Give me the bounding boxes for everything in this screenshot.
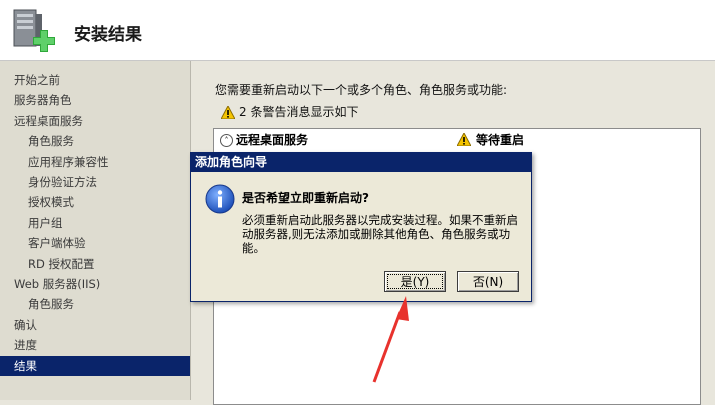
warning-icon: [457, 133, 471, 146]
sidebar-item[interactable]: 用户组: [0, 213, 190, 233]
sidebar-item[interactable]: RD 授权配置: [0, 254, 190, 274]
sidebar-item[interactable]: 授权模式: [0, 192, 190, 212]
sidebar-item[interactable]: 客户端体验: [0, 233, 190, 253]
sidebar-item[interactable]: 确认: [0, 315, 190, 335]
no-button[interactable]: 否(N): [457, 271, 519, 292]
yes-button[interactable]: 是(Y): [384, 271, 446, 292]
dialog-titlebar[interactable]: 添加角色向导: [191, 153, 531, 172]
result-row[interactable]: ˄ 远程桌面服务 等待重启: [214, 129, 700, 151]
wizard-step-sidebar: 开始之前 服务器角色 远程桌面服务 角色服务 应用程序兼容性 身份验证方法 授权模式 用户组客…: [0, 61, 191, 400]
sidebar-item[interactable]: 服务器角色: [0, 90, 190, 110]
intro-text: 您需要重新启动以下一个或多个角色、角色服务或功能:: [215, 83, 508, 97]
warning-summary: 2 条警告消息显示如下: [220, 103, 359, 120]
sidebar-item[interactable]: 结果: [0, 355, 190, 376]
sidebar-item[interactable]: 角色服务: [0, 294, 190, 314]
dialog-message: 必须重新启动此服务器以完成安装过程。如果不重新启动服务器,则无法添加或删除其他角…: [242, 213, 518, 255]
collapse-chevron-icon[interactable]: ˄: [220, 134, 233, 147]
dialog-heading: 是否希望立即重新启动?: [242, 191, 369, 205]
page-title: 安装结果: [74, 25, 142, 45]
page-header: 安装结果: [0, 0, 715, 61]
result-role-name: 远程桌面服务: [236, 133, 309, 147]
server-add-icon: [13, 9, 55, 52]
dialog-title: 添加角色向导: [195, 155, 268, 169]
warning-summary-text: 2 条警告消息显示如下: [239, 105, 359, 119]
result-status: 等待重启: [476, 133, 525, 147]
info-icon: [205, 184, 235, 214]
sidebar-item[interactable]: 身份验证方法: [0, 172, 190, 192]
warning-icon: [220, 104, 236, 120]
sidebar-item[interactable]: Web 服务器(IIS): [0, 274, 190, 294]
sidebar-item[interactable]: 开始之前: [0, 70, 190, 90]
sidebar-item[interactable]: 远程桌面服务: [0, 111, 190, 131]
restart-dialog: 添加角色向导 是否希望立即重新启动? 必须重新启动此服务器以完成安装过程。如果不…: [190, 152, 532, 302]
sidebar-item[interactable]: 应用程序兼容性: [0, 152, 190, 172]
sidebar-item[interactable]: 进度: [0, 335, 190, 355]
sidebar-item[interactable]: 角色服务: [0, 131, 190, 151]
